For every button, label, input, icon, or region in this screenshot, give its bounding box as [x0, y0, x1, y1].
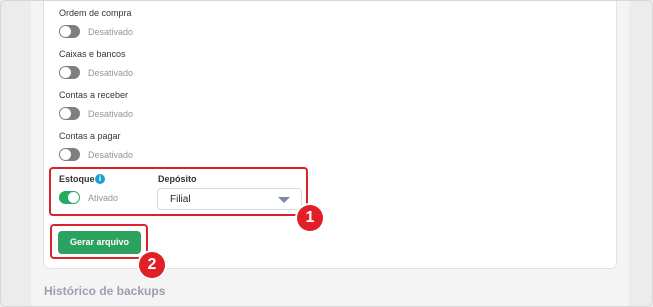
toggle-knob	[60, 149, 71, 160]
toggle-knob	[60, 108, 71, 119]
toggle-state-text: Desativado	[88, 68, 134, 78]
section-title-backup-history: Histórico de backups	[44, 284, 166, 298]
toggle-state-text: Desativado	[88, 150, 134, 160]
contas-a-pagar-toggle[interactable]	[59, 148, 80, 161]
toggle-knob	[60, 67, 71, 78]
caixas-e-bancos-toggle[interactable]	[59, 66, 80, 79]
toggle-state-text: Desativado	[88, 109, 134, 119]
window-frame: Ordem de compra Desativado Caixas e banc…	[0, 0, 653, 307]
annotation-highlight-1	[49, 167, 308, 216]
setting-label: Contas a pagar	[59, 131, 121, 141]
toggle-state-text: Desativado	[88, 27, 134, 37]
setting-label: Caixas e bancos	[59, 49, 126, 59]
toggle-knob	[60, 26, 71, 37]
setting-label: Contas a receber	[59, 90, 129, 100]
annotation-badge-2: 2	[139, 252, 165, 278]
setting-label: Ordem de compra	[59, 8, 132, 18]
annotation-highlight-2	[50, 224, 148, 259]
annotation-badge-1: 1	[297, 205, 323, 231]
ordem-de-compra-toggle[interactable]	[59, 25, 80, 38]
contas-a-receber-toggle[interactable]	[59, 107, 80, 120]
